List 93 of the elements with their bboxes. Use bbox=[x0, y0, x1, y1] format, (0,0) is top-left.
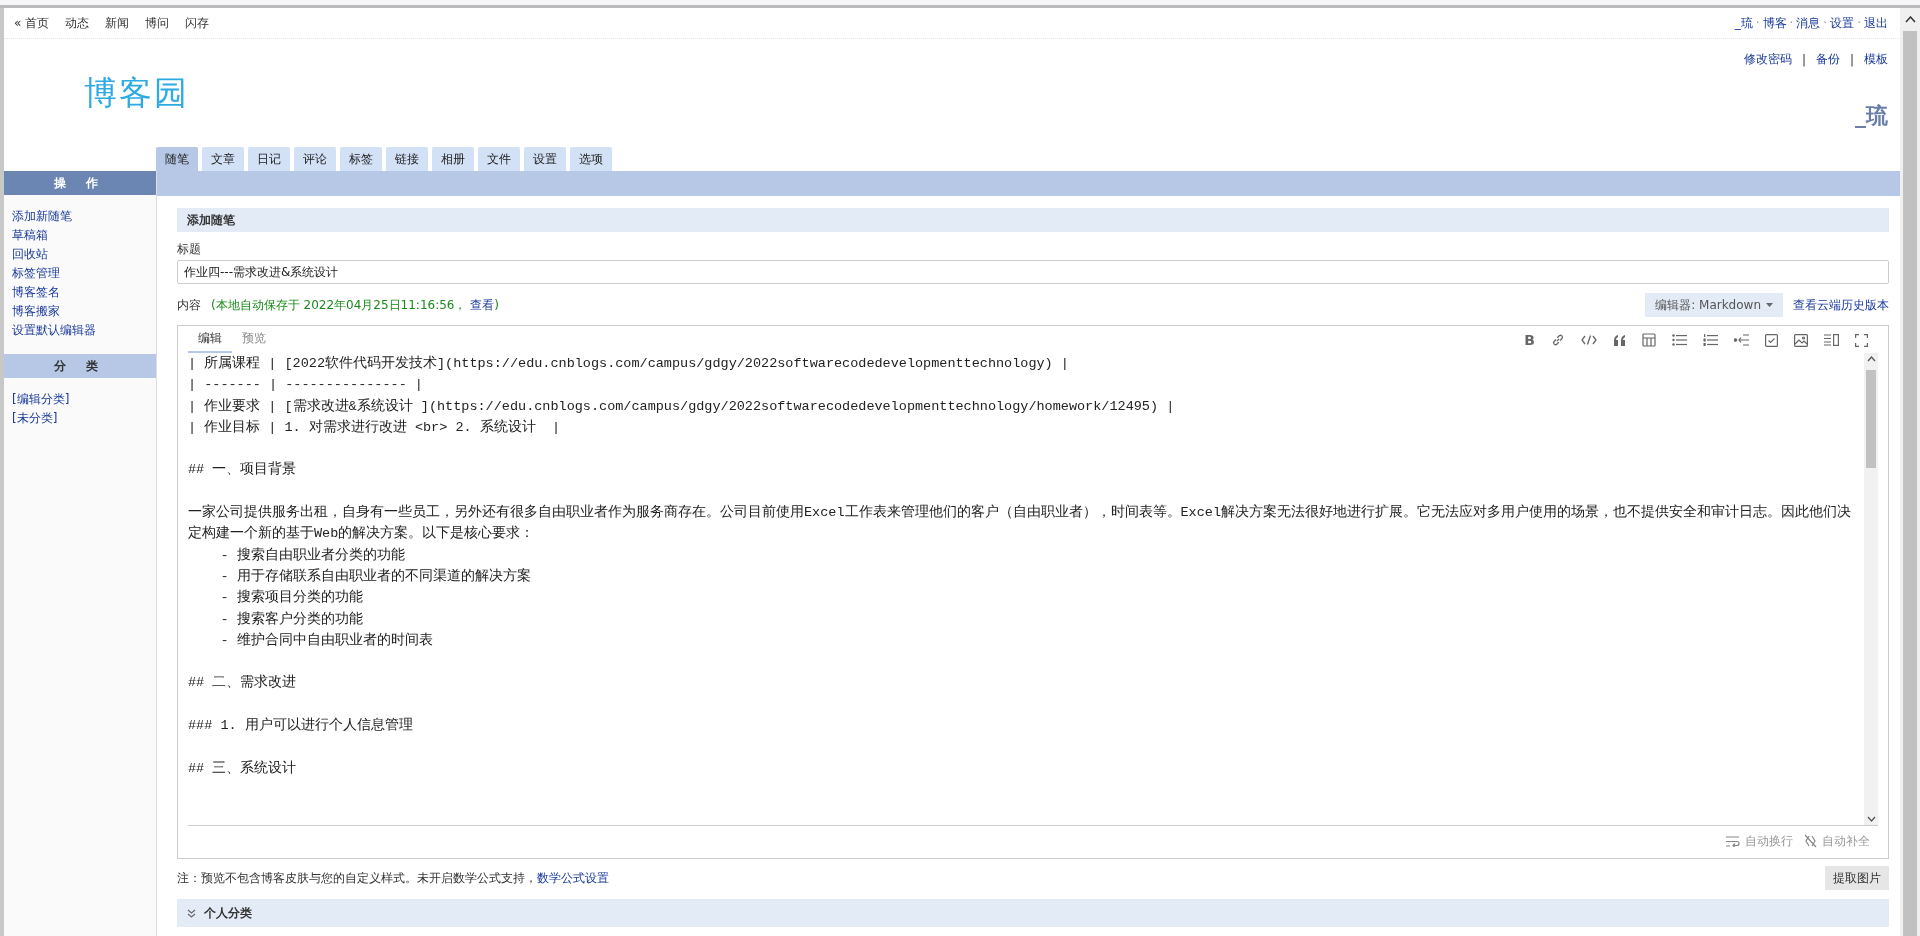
fullscreen-icon[interactable] bbox=[1855, 333, 1868, 347]
tab[interactable]: 标签 bbox=[340, 147, 382, 171]
editor-tab[interactable]: 编辑 bbox=[188, 330, 232, 353]
tab[interactable]: 相册 bbox=[432, 147, 474, 171]
code-icon[interactable] bbox=[1581, 334, 1597, 346]
editor-line: ## 三、系统设计 bbox=[188, 759, 298, 778]
section-header[interactable]: 个人分类 bbox=[177, 899, 1889, 927]
nav-link[interactable]: 动态 bbox=[65, 14, 90, 32]
sidebar-link[interactable]: 博客搬家 bbox=[12, 304, 148, 319]
separator: | bbox=[1801, 52, 1806, 67]
editor-line: - 维护合同中自由职业者的时间表 bbox=[219, 631, 434, 650]
sidebar-link[interactable]: [编辑分类] bbox=[12, 392, 148, 407]
editor-dropdown[interactable]: 编辑器: Markdown bbox=[1645, 293, 1783, 317]
tab[interactable]: 文章 bbox=[202, 147, 244, 171]
scrollbar-thumb[interactable] bbox=[1903, 31, 1917, 936]
account-link[interactable]: 备份 bbox=[1815, 51, 1840, 68]
sidebar-header: 分 类 bbox=[4, 354, 156, 378]
nav-link[interactable]: « 首页 bbox=[14, 14, 50, 32]
editor-line: | 所属课程 | [2022软件代码开发技术](https://edu.cnblogs.com/campus/gdgy/2022softwarecodedevelopmenttechnology) | bbox=[188, 354, 1070, 373]
scrollbar-thumb[interactable] bbox=[1866, 370, 1876, 468]
scroll-up-icon[interactable] bbox=[1904, 16, 1916, 23]
account-link[interactable]: 模板 bbox=[1864, 51, 1888, 68]
sidebar-link[interactable]: [未分类] bbox=[12, 411, 148, 426]
math-settings-link[interactable]: 数学公式设置 bbox=[537, 870, 609, 885]
checkbox-icon[interactable] bbox=[1765, 333, 1778, 347]
section-header: 添加随笔 bbox=[177, 208, 1889, 232]
editor-line: | 作业要求 | [需求改进&系统设计 ](https://edu.cnblogs.com/campus/gdgy/2022softwarecodedevelopmenttechnology/homework/12495) | bbox=[188, 397, 1176, 416]
double-chevron-icon bbox=[187, 908, 196, 918]
bullet-list-icon[interactable] bbox=[1672, 334, 1687, 346]
tab[interactable]: 日记 bbox=[248, 147, 290, 171]
tab[interactable]: 随笔 bbox=[156, 147, 198, 171]
title-input[interactable]: 作业四---需求改进&系统设计 bbox=[177, 260, 1889, 284]
sidebar-header: 操 作 bbox=[4, 171, 156, 195]
autosave-status: (本地自动保存于 2022年04月25日11:16:56， 查看) bbox=[211, 296, 499, 314]
editor-line: ## 二、需求改进 bbox=[188, 673, 298, 693]
user-nav-link[interactable]: _琉 bbox=[1734, 14, 1753, 32]
field-label: 标题 bbox=[177, 241, 202, 258]
separator: | bbox=[1849, 52, 1854, 67]
blog-name: _琉 bbox=[1855, 102, 1888, 130]
note-text: 注：预览不包含博客皮肤与您的自定义样式。未开启数学公式支持，数学公式设置 bbox=[177, 869, 609, 887]
numbered-list-icon[interactable] bbox=[1703, 334, 1718, 346]
user-nav-link[interactable]: 设置 bbox=[1830, 14, 1855, 32]
scrollbar[interactable] bbox=[1864, 353, 1878, 825]
nav-link[interactable]: 闪存 bbox=[185, 14, 210, 32]
nav-link[interactable]: 新闻 bbox=[105, 14, 130, 32]
sidebar-link[interactable]: 添加新随笔 bbox=[12, 209, 148, 224]
tab[interactable]: 设置 bbox=[524, 147, 566, 171]
separator: · bbox=[1789, 16, 1794, 30]
separator: · bbox=[1857, 16, 1861, 30]
wrap-icon[interactable] bbox=[1726, 835, 1740, 847]
history-link[interactable]: 查看云端历史版本 bbox=[1793, 296, 1889, 314]
editor-line: - 搜索项目分类的功能 bbox=[219, 588, 364, 608]
tab[interactable]: 文件 bbox=[478, 147, 520, 171]
scroll-up-icon[interactable] bbox=[1866, 356, 1876, 362]
separator: · bbox=[1755, 16, 1760, 30]
editor-line: - 搜索客户分类的功能 bbox=[219, 610, 364, 629]
user-nav-link[interactable]: 博客 bbox=[1762, 14, 1787, 32]
editor-line: - 搜索自由职业者分类的功能 bbox=[219, 546, 406, 565]
bold-button[interactable]: B bbox=[1524, 332, 1535, 348]
user-nav-link[interactable]: 消息 bbox=[1796, 14, 1821, 32]
editor-line: | ------- | --------------- | bbox=[188, 376, 424, 395]
nav-link[interactable]: 博问 bbox=[145, 14, 170, 32]
editor-line: ### 1. 用户可以进行个人信息管理 bbox=[188, 716, 414, 736]
sidebar-link[interactable]: 标签管理 bbox=[12, 266, 148, 281]
indent-icon[interactable] bbox=[1734, 334, 1749, 346]
split-view-icon[interactable] bbox=[1824, 334, 1839, 346]
sidebar-link[interactable]: 回收站 bbox=[12, 247, 148, 262]
link-icon[interactable] bbox=[1551, 333, 1565, 347]
editor-line: | 作业目标 | 1. 对需求进行改进 <br> 2. 系统设计 | bbox=[188, 418, 562, 437]
tab[interactable]: 链接 bbox=[386, 147, 428, 171]
editor-line: ## 一、项目背景 bbox=[188, 460, 298, 480]
tab[interactable]: 评论 bbox=[294, 147, 336, 171]
editor-tab[interactable]: 预览 bbox=[232, 330, 276, 353]
user-nav-link[interactable]: 退出 bbox=[1864, 14, 1888, 32]
sidebar-link[interactable]: 草稿箱 bbox=[12, 228, 148, 243]
crossed-bracket-icon[interactable] bbox=[1804, 834, 1817, 848]
quote-icon[interactable] bbox=[1613, 334, 1626, 346]
sidebar-link[interactable]: 博客签名 bbox=[12, 285, 148, 300]
extract-images-button[interactable]: 提取图片 bbox=[1825, 866, 1889, 890]
view-link[interactable]: 查看 bbox=[470, 297, 495, 312]
tab[interactable]: 选项 bbox=[570, 147, 612, 171]
field-label: 内容 bbox=[177, 296, 201, 314]
account-link[interactable]: 修改密码 bbox=[1743, 51, 1792, 68]
table-icon[interactable] bbox=[1642, 333, 1656, 347]
separator: · bbox=[1823, 16, 1828, 30]
section-title: 个人分类 bbox=[204, 904, 252, 922]
editor-line: - 用于存储联系自由职业者的不同渠道的解决方案 bbox=[219, 567, 532, 586]
caret-icon bbox=[1766, 303, 1773, 307]
scroll-down-icon[interactable] bbox=[1866, 816, 1876, 822]
editor-line: 一家公司提供服务出租，自身有一些员工，另外还有很多自由职业者作为服务商存在。公司目前使用Excel工作表来管理他们的客户（自由职业者），时间表等。Excel解决方案无法很好地进行扩展。它无法应对多用户使用的场景，也不提供安全和审计日志。因此他们决定构建一个新的基于Web的解决方案。以下是核心要求： bbox=[188, 503, 1852, 544]
scrollbar[interactable] bbox=[1900, 8, 1920, 936]
image-icon[interactable] bbox=[1794, 333, 1808, 347]
sidebar-link[interactable]: 设置默认编辑器 bbox=[12, 323, 148, 338]
